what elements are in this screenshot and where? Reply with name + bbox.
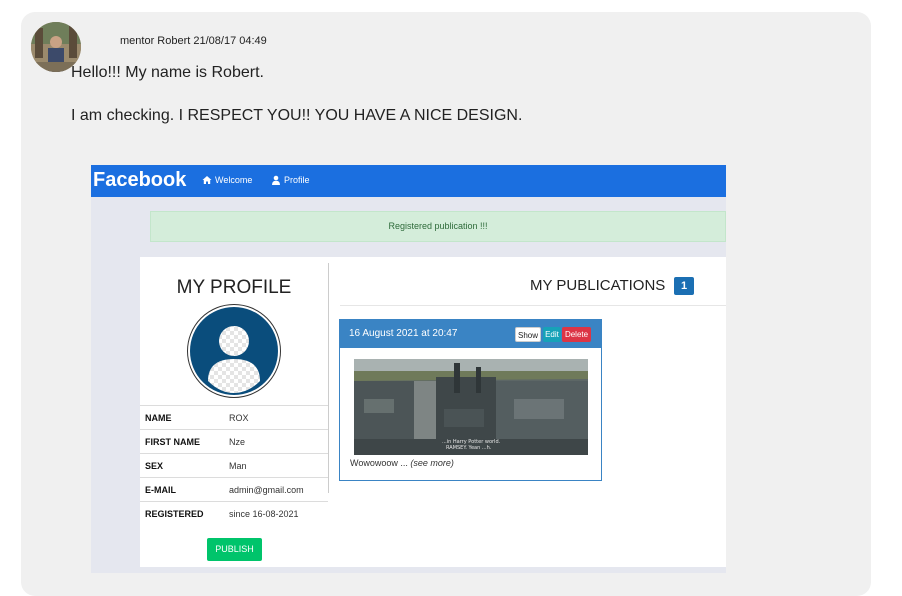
table-row: NAME ROX [140,405,328,430]
nav-welcome[interactable]: Welcome [202,175,252,185]
profile-heading: MY PROFILE [176,277,292,298]
show-button[interactable]: Show [515,327,541,342]
nav-profile-label: Profile [284,175,310,185]
field-value: admin@gmail.com [224,477,328,502]
attached-screenshot[interactable]: Facebook Welcome Profile Registered publ… [91,165,726,573]
table-row: E-MAIL admin@gmail.com [140,477,328,502]
field-key: E-MAIL [140,477,224,502]
edit-button[interactable]: Edit [543,327,561,342]
table-row: FIRST NAME Nze [140,429,328,454]
field-key: SEX [140,453,224,478]
profile-panel: MY PROFILE NAME ROX FIRST NAME Nze SEX M… [140,257,726,567]
author-meta: mentor Robert 21/08/17 04:49 [120,35,267,47]
comment-line-1: Hello!!! My name is Robert. [71,64,264,81]
publish-button[interactable]: PUBLISH [207,538,262,561]
field-value: Man [224,453,328,478]
publication-card-header: 16 August 2021 at 20:47 Show Edit Delete [340,320,601,348]
navbar: Facebook Welcome Profile [91,165,726,197]
field-key: FIRST NAME [140,429,224,454]
publications-heading: MY PUBLICATIONS [530,277,666,294]
table-row: SEX Man [140,453,328,478]
image-caption-2: RAMSEY. Yean ...h. [446,445,492,451]
success-alert: Registered publication !!! [150,211,726,242]
profile-picture [187,304,281,398]
column-divider [328,263,329,493]
delete-button[interactable]: Delete [562,327,591,342]
publications-count-badge: 1 [674,277,694,295]
city-aerial-photo: ...in Harry Potter world. RAMSEY. Yean .… [354,359,588,455]
field-value: Nze [224,429,328,454]
publication-caption-text: Wowowoow ... [350,458,408,468]
field-key: NAME [140,405,224,430]
brand-logo[interactable]: Facebook [93,169,186,192]
publication-image[interactable]: ...in Harry Potter world. RAMSEY. Yean .… [354,359,588,455]
see-more-link[interactable]: (see more) [410,458,454,468]
home-icon [202,176,212,184]
field-value: since 16-08-2021 [224,501,328,525]
publication-card: 16 August 2021 at 20:47 Show Edit Delete [339,319,602,481]
nav-profile[interactable]: Profile [271,175,310,185]
publications-divider [340,305,726,306]
profile-info-table: NAME ROX FIRST NAME Nze SEX Man E-MAIL a… [140,405,328,525]
publication-caption: Wowowoow ... (see more) [350,458,454,468]
field-value: ROX [224,405,328,430]
nav-welcome-label: Welcome [215,175,253,185]
default-avatar-icon [208,326,260,393]
table-row: REGISTERED since 16-08-2021 [140,501,328,525]
user-icon [272,175,280,185]
comment-line-2: I am checking. I RESPECT YOU!! YOU HAVE … [71,107,523,124]
publication-date: 16 August 2021 at 20:47 [349,328,458,339]
field-key: REGISTERED [140,501,224,525]
